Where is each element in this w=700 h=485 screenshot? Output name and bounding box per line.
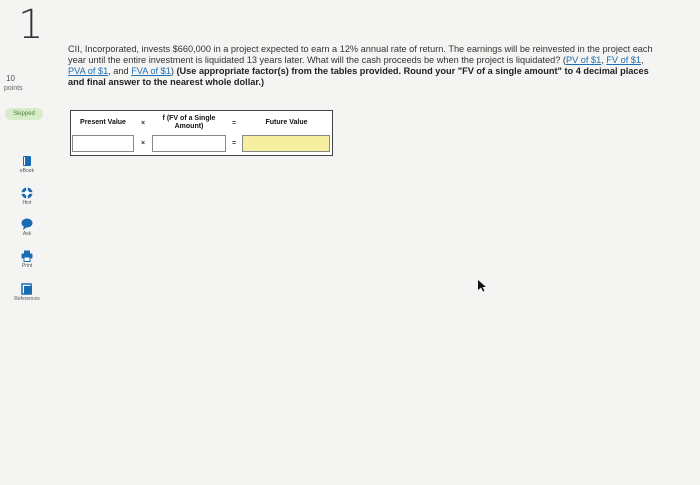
fva-of-1-link[interactable]: FVA of $1 [131,66,171,76]
multiply-operator: × [140,140,146,147]
print-icon [21,250,33,262]
points-label: points [4,85,23,92]
ebook-button[interactable]: eBook [12,155,42,174]
references-button[interactable]: References [12,283,42,302]
points-value: 10 [6,74,15,83]
ask-icon [21,218,33,230]
question-body: CII, Incorporated, invests $660,000 in a… [68,44,653,65]
link-separator: , [641,55,644,65]
future-value-input[interactable] [242,135,330,152]
references-icon [21,283,32,295]
equals-operator: = [231,140,237,147]
present-value-header: Present Value [71,111,135,135]
question-number: 1 [18,2,44,48]
question-sidebar: 1 10 points Skipped eBook Hint Ask Print… [0,0,60,485]
fv-calculation-table: Present Value × f (FV of a Single Amount… [70,110,333,156]
ebook-label: eBook [19,168,35,174]
references-label: References [14,296,40,302]
print-button[interactable]: Print [12,250,42,269]
hint-button[interactable]: Hint [12,187,42,206]
equals-operator: = [231,119,237,127]
multiply-operator: × [140,119,146,127]
mouse-cursor-icon [478,280,486,292]
present-value-input[interactable] [72,135,134,152]
ebook-icon [23,156,31,166]
ask-button[interactable]: Ask [12,218,42,237]
status-badge: Skipped [5,108,43,120]
link-separator: , and [108,66,132,76]
hint-label: Hint [22,200,32,206]
ask-label: Ask [22,231,32,237]
pv-of-1-link[interactable]: PV of $1 [566,55,601,65]
fv-factor-header: f (FV of a Single Amount) [151,111,227,135]
print-label: Print [21,263,33,269]
pva-of-1-link[interactable]: PVA of $1 [68,66,108,76]
fv-of-1-link[interactable]: FV of $1 [606,55,641,65]
future-value-header: Future Value [241,111,332,135]
question-text: CII, Incorporated, invests $660,000 in a… [68,44,658,88]
hint-icon [21,187,33,199]
fv-factor-input[interactable] [152,135,226,152]
